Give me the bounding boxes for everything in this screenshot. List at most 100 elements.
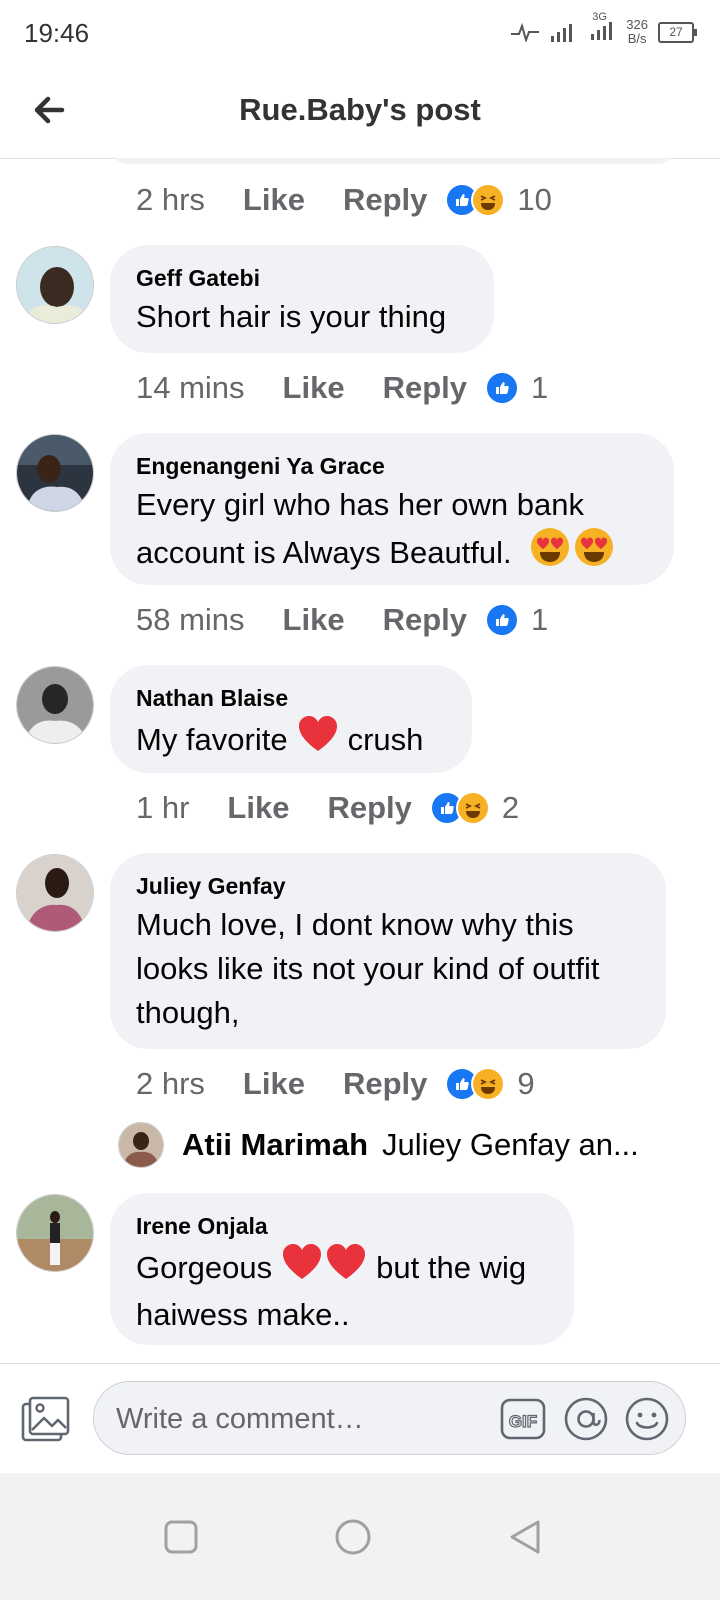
comment-bubble[interactable]: Juliey Genfay Much love, I dont know why…	[110, 853, 666, 1049]
comment-text: Every girl who has her own bank account …	[136, 483, 648, 579]
circle-icon	[335, 1519, 371, 1555]
comment-text-part: but the wig	[376, 1250, 527, 1285]
like-reaction-icon	[485, 603, 519, 637]
like-button[interactable]: Like	[283, 370, 345, 406]
comment-actions: 2 hrs Like Reply 10	[136, 180, 552, 220]
haha-reaction-icon	[455, 791, 490, 825]
home-button[interactable]	[333, 1517, 373, 1557]
comment-text-line: haiwess make..	[136, 1297, 350, 1332]
comment-author[interactable]: Irene Onjala	[136, 1211, 548, 1241]
comment-text: My favorite crush	[136, 715, 446, 765]
comment-author[interactable]: Juliey Genfay	[136, 871, 640, 901]
red-heart-emoji-icon	[326, 1243, 366, 1293]
avatar[interactable]	[16, 1194, 94, 1272]
comment-text-line-content: account is Always Beautful.	[136, 535, 512, 570]
comment-text-part: My favorite	[136, 722, 288, 757]
smiley-icon	[625, 1397, 669, 1441]
red-heart-emoji-icon	[282, 1243, 322, 1293]
haha-reaction-icon	[471, 183, 506, 217]
red-heart-emoji-icon	[298, 715, 338, 765]
speed-unit: B/s	[627, 31, 647, 46]
reaction-count: 2	[501, 790, 520, 825]
reaction-summary[interactable]	[445, 1067, 506, 1101]
reply-preview[interactable]: Atii Marimah Juliey Genfay an...	[118, 1120, 639, 1170]
comment-text-line: Every girl who has her own bank	[136, 487, 585, 522]
comment-actions: 58 mins Like Reply 1	[136, 600, 548, 640]
reaction-count: 10	[517, 182, 552, 217]
reply-author[interactable]: Atii Marimah	[182, 1127, 368, 1163]
status-bar: 19:46 3G 326 B/s 27	[0, 0, 720, 64]
reaction-summary[interactable]	[485, 371, 519, 405]
haha-reaction-icon	[471, 1067, 506, 1101]
reply-button[interactable]: Reply	[343, 182, 427, 218]
square-icon	[164, 1520, 198, 1554]
back-nav-button[interactable]	[505, 1517, 545, 1557]
comment-actions: 2 hrs Like Reply 9	[136, 1064, 535, 1104]
comment-text-line: Much love, I dont know why this	[136, 907, 574, 942]
comment-text-line: account is Always Beautful.	[136, 527, 648, 579]
reply-button[interactable]: Reply	[383, 602, 467, 638]
comment-bubble[interactable]: Engenangeni Ya Grace Every girl who has …	[110, 433, 674, 585]
heart-eyes-emoji-icon	[530, 527, 570, 579]
comment-time[interactable]: 58 mins	[136, 602, 245, 638]
comment-text-line: Gorgeous but the wig	[136, 1243, 548, 1293]
comment-text-part: Gorgeous	[136, 1250, 273, 1285]
triangle-back-icon	[510, 1520, 540, 1554]
reaction-summary[interactable]	[445, 183, 506, 217]
comment-text-line: looks like its not your kind of outfit	[136, 951, 600, 986]
recents-button[interactable]	[161, 1517, 201, 1557]
comment-author[interactable]: Nathan Blaise	[136, 683, 446, 713]
comment-text-part: crush	[347, 722, 424, 757]
reply-text: Juliey Genfay an...	[382, 1127, 639, 1162]
avatar[interactable]	[16, 246, 94, 324]
activity-icon	[511, 22, 540, 42]
comment-time[interactable]: 2 hrs	[136, 1066, 205, 1102]
network-speed: 326 B/s	[626, 18, 648, 46]
status-icons: 3G 326 B/s 27	[510, 11, 697, 48]
status-time: 19:46	[24, 18, 90, 48]
photo-button[interactable]	[20, 1396, 72, 1444]
comment-bubble[interactable]: Irene Onjala Gorgeous but the wig haiwes…	[110, 1193, 574, 1345]
comments-list[interactable]: 2 hrs Like Reply 10 Geff Gatebi Short ha…	[0, 158, 720, 1362]
heart-eyes-emoji-icon	[574, 527, 614, 579]
comment-input-container[interactable]: GIF	[93, 1381, 686, 1455]
comment-time[interactable]: 1 hr	[136, 790, 189, 826]
comment-bubble[interactable]: Nathan Blaise My favorite crush	[110, 665, 472, 773]
reaction-summary[interactable]	[429, 791, 490, 825]
comment-author[interactable]: Geff Gatebi	[136, 263, 468, 293]
network-type: 3G	[592, 10, 607, 23]
avatar[interactable]	[16, 666, 94, 744]
comment-time[interactable]: 2 hrs	[136, 182, 205, 218]
post-header: Rue.Baby's post	[0, 64, 720, 159]
like-reaction-icon	[485, 371, 519, 405]
comment-input[interactable]	[114, 1400, 478, 1438]
reply-button[interactable]: Reply	[343, 1066, 427, 1102]
avatar[interactable]	[118, 1122, 164, 1168]
reply-button[interactable]: Reply	[383, 370, 467, 406]
comment-bubble[interactable]: Geff Gatebi Short hair is your thing	[110, 245, 494, 353]
mention-button[interactable]	[563, 1396, 609, 1442]
like-button[interactable]: Like	[227, 790, 289, 826]
signal-3g-indicator: 3G	[590, 11, 616, 46]
comment-text: Short hair is your thing	[136, 299, 447, 334]
previous-comment-bubble	[110, 158, 676, 164]
speed-value: 326	[626, 17, 648, 32]
comment-composer: GIF	[0, 1363, 720, 1474]
gif-label: GIF	[509, 1412, 537, 1431]
like-button[interactable]: Like	[243, 1066, 305, 1102]
reaction-summary[interactable]	[485, 603, 519, 637]
gif-icon: GIF	[500, 1398, 546, 1440]
battery-level: 27	[669, 24, 683, 39]
avatar[interactable]	[16, 434, 94, 512]
comment-time[interactable]: 14 mins	[136, 370, 245, 406]
avatar[interactable]	[16, 854, 94, 932]
reply-button[interactable]: Reply	[327, 790, 411, 826]
emoji-button[interactable]	[624, 1396, 670, 1442]
gif-button[interactable]: GIF	[500, 1396, 546, 1442]
reaction-count: 9	[517, 1066, 535, 1101]
at-sign-icon	[564, 1397, 608, 1441]
like-button[interactable]: Like	[283, 602, 345, 638]
comment-text-line: though,	[136, 995, 240, 1030]
like-button[interactable]: Like	[243, 182, 305, 218]
comment-author[interactable]: Engenangeni Ya Grace	[136, 451, 648, 481]
